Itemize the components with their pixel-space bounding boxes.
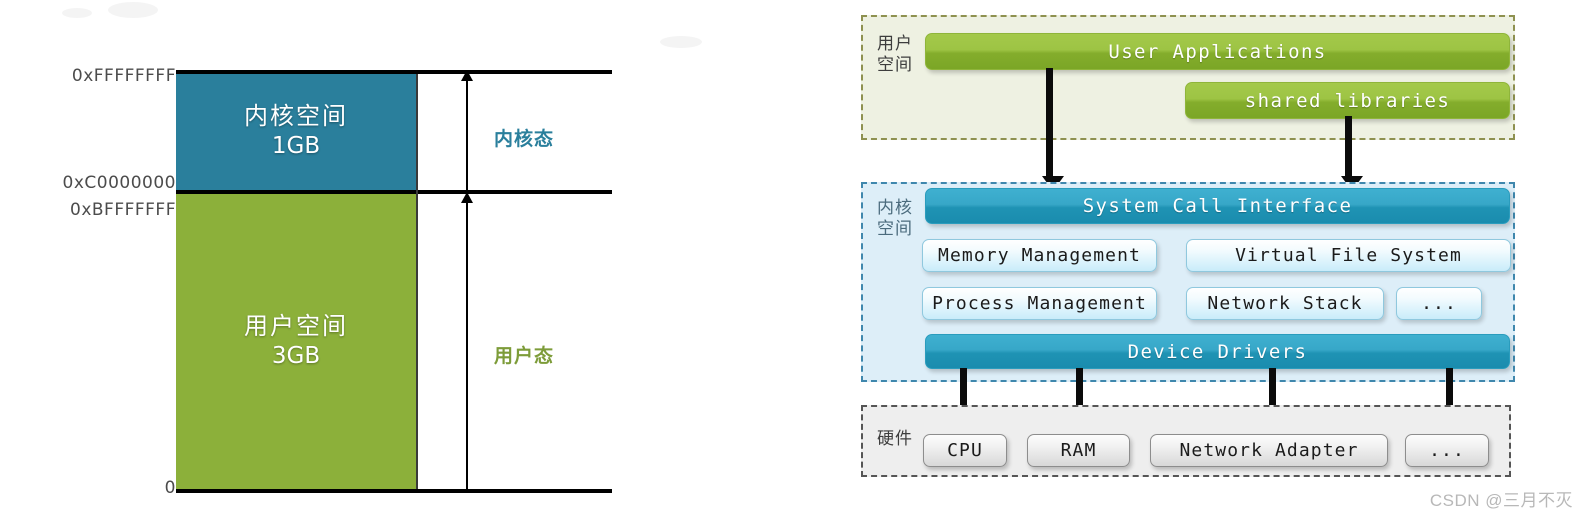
kernel-space-size: 1GB: [271, 133, 321, 160]
node-process-management[interactable]: Process Management: [922, 287, 1157, 320]
node-ram[interactable]: RAM: [1027, 434, 1130, 467]
node-network-adapter-label: Network Adapter: [1179, 440, 1359, 461]
user-mode-arrowhead-icon: [461, 192, 473, 203]
scan-artifact: [62, 8, 92, 18]
node-hardware-more[interactable]: ...: [1405, 434, 1489, 467]
kernel-mode-arrowhead-icon: [461, 70, 473, 81]
user-space-zone-title: 用户 空间: [877, 34, 913, 74]
kernel-mode-label: 内核态: [494, 129, 555, 150]
node-virtual-file-system-label: Virtual File System: [1235, 245, 1462, 266]
kernel-mode-span-line: [466, 80, 468, 190]
connector-libs-to-syscall: [1345, 116, 1352, 178]
kernel-space-block: 内核空间 1GB: [176, 74, 416, 190]
node-shared-libraries-label: shared libraries: [1244, 89, 1451, 112]
node-system-call-interface[interactable]: System Call Interface: [925, 188, 1510, 224]
node-network-adapter[interactable]: Network Adapter: [1150, 434, 1388, 467]
watermark: CSDN @三月不灭: [1429, 491, 1573, 510]
node-kernel-more[interactable]: ...: [1396, 287, 1482, 320]
virtual-memory-layout-diagram: 0xFFFFFFFF 0xC0000000 0xBFFFFFFF 0 内核空间 …: [0, 0, 760, 516]
node-cpu-label: CPU: [947, 440, 983, 461]
node-cpu[interactable]: CPU: [923, 434, 1007, 467]
node-memory-management-label: Memory Management: [938, 245, 1141, 266]
node-ram-label: RAM: [1060, 440, 1097, 461]
kernel-space-zone-title: 内核 空间: [877, 198, 913, 238]
address-label-zero: 0: [164, 478, 176, 498]
node-process-management-label: Process Management: [932, 293, 1147, 314]
boundary-line-bottom: [176, 489, 612, 493]
hardware-zone-title: 硬件: [877, 429, 913, 448]
node-memory-management[interactable]: Memory Management: [922, 239, 1157, 272]
node-network-stack-label: Network Stack: [1207, 293, 1363, 314]
block-right-edge: [416, 74, 418, 489]
linux-kernel-architecture-diagram: 用户 空间 User Applications shared libraries …: [855, 0, 1581, 516]
user-space-block: 用户空间 3GB: [176, 194, 416, 489]
node-hardware-more-label: ...: [1429, 440, 1465, 461]
node-kernel-more-label: ...: [1421, 293, 1457, 314]
node-system-call-interface-label: System Call Interface: [1082, 195, 1353, 217]
node-device-drivers[interactable]: Device Drivers: [925, 334, 1510, 369]
scan-artifact: [108, 2, 158, 18]
user-mode-span-line: [466, 202, 468, 489]
node-device-drivers-label: Device Drivers: [1127, 340, 1308, 363]
node-user-applications-label: User Applications: [1108, 40, 1327, 63]
address-label-user-top: 0xBFFFFFFF: [70, 200, 176, 220]
user-space-title: 用户空间: [244, 312, 348, 340]
user-mode-label: 用户态: [494, 346, 555, 367]
address-label-top: 0xFFFFFFFF: [71, 66, 176, 86]
address-label-kernel-base: 0xC0000000: [62, 173, 176, 193]
scan-artifact: [660, 36, 702, 48]
node-virtual-file-system[interactable]: Virtual File System: [1186, 239, 1511, 272]
connector-apps-to-syscall: [1046, 68, 1053, 178]
kernel-space-title: 内核空间: [244, 103, 348, 131]
node-network-stack[interactable]: Network Stack: [1186, 287, 1384, 320]
user-space-size: 3GB: [271, 342, 321, 369]
node-user-applications[interactable]: User Applications: [925, 33, 1510, 70]
node-shared-libraries[interactable]: shared libraries: [1185, 82, 1510, 119]
